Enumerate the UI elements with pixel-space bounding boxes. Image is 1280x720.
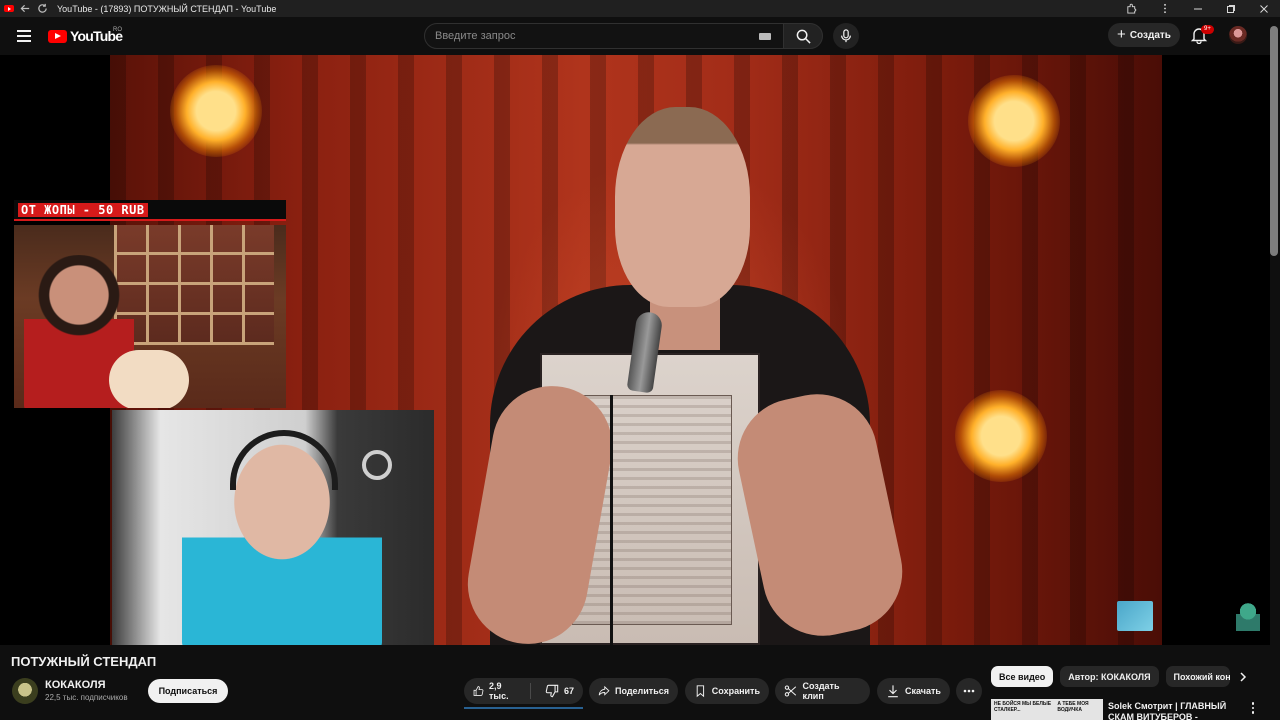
create-label: Создать — [1129, 29, 1171, 41]
create-button[interactable]: + Создать — [1108, 23, 1180, 47]
scissors-icon — [784, 685, 797, 697]
channel-avatar[interactable] — [12, 678, 38, 704]
tab-title: YouTube - (17893) ПОТУЖНЫЙ СТЕНДАП - You… — [57, 3, 277, 14]
dislike-count: 67 — [563, 686, 574, 696]
like-count: 2,9 тыс. — [488, 681, 509, 701]
stage-light — [968, 75, 1060, 167]
extensions-icon[interactable] — [1115, 0, 1148, 17]
webcam-overlay-2 — [112, 410, 434, 645]
chevron-right-icon — [1240, 671, 1247, 682]
share-icon — [598, 685, 610, 696]
youtube-logo[interactable]: YouTube — [48, 26, 123, 46]
share-button[interactable]: Поделиться — [589, 678, 678, 704]
chips-next-button[interactable] — [1232, 666, 1254, 687]
like-progress-line — [464, 707, 583, 709]
webcam-overlay-1 — [14, 225, 286, 408]
restore-icon[interactable] — [1214, 0, 1247, 17]
download-label: Скачать — [905, 686, 941, 696]
chip-author[interactable]: Автор: КОКАКОЛЯ — [1060, 666, 1159, 687]
clip-label: Создать клип — [802, 681, 840, 701]
subscriber-count: 22,5 тыс. подписчиков — [45, 693, 128, 702]
dislike-button[interactable]: 67 — [536, 678, 583, 704]
plush-toy — [109, 350, 189, 408]
notifications-badge: 9+ — [1201, 25, 1214, 34]
browser-titlebar: YouTube - (17893) ПОТУЖНЫЙ СТЕНДАП - You… — [0, 0, 1280, 17]
save-button[interactable]: Сохранить — [685, 678, 769, 704]
save-label: Сохранить — [711, 686, 760, 696]
donation-banner-text: ОТ ЖОПЫ - 50 RUB — [18, 202, 148, 217]
video-player[interactable]: ОТ ЖОПЫ - 50 RUB — [0, 55, 1270, 645]
search-box — [424, 23, 784, 49]
shelves — [114, 225, 274, 345]
channel-name[interactable]: КОКАКОЛЯ — [45, 679, 106, 691]
page-scrollbar[interactable] — [1270, 26, 1278, 256]
recommendation-title[interactable]: Solek Смотрит | ГЛАВНЫЙ СКАМ ВИТУБЕРОВ - — [1108, 701, 1238, 720]
youtube-favicon-icon — [0, 0, 17, 17]
voice-search-button[interactable] — [833, 23, 859, 49]
recommendation-thumbnail[interactable]: НЕ БОЙСЯ МЫ БЕЛЫЕ СТАЛКЕР... А ТЕБЕ МОЯ … — [991, 699, 1103, 720]
thumbnail-caption: НЕ БОЙСЯ МЫ БЕЛЫЕ СТАЛКЕР... — [994, 701, 1052, 713]
plus-icon: + — [1117, 25, 1126, 43]
close-icon[interactable] — [1247, 0, 1280, 17]
menu-icon[interactable] — [12, 26, 36, 46]
recommendation-menu-button[interactable] — [1246, 700, 1260, 716]
stage-light — [170, 65, 262, 157]
browser-menu-icon[interactable] — [1148, 0, 1181, 17]
mic-cable — [610, 395, 613, 645]
thumbs-up-icon — [473, 686, 484, 696]
donation-banner: ОТ ЖОПЫ - 50 RUB — [14, 200, 286, 221]
region-code: RO — [113, 27, 122, 33]
account-avatar[interactable] — [1229, 26, 1247, 44]
search-input[interactable] — [435, 30, 755, 42]
youtube-logo-icon — [48, 29, 67, 43]
download-button[interactable]: Скачать — [877, 678, 950, 704]
channel-watermark[interactable] — [1117, 601, 1153, 631]
like-button[interactable]: 2,9 тыс. — [464, 678, 525, 704]
reload-icon[interactable] — [34, 0, 51, 17]
playlist-save-icon — [696, 685, 705, 698]
chip-all-videos[interactable]: Все видео — [991, 666, 1054, 687]
subscribe-button[interactable]: Подписаться — [148, 679, 228, 703]
minimize-icon[interactable] — [1181, 0, 1214, 17]
clip-button[interactable]: Создать клип — [775, 678, 870, 704]
download-icon — [888, 685, 898, 698]
back-arrow-icon[interactable] — [17, 0, 34, 17]
youtube-header: YouTube RO + Создать 9+ — [0, 17, 1280, 55]
chip-related[interactable]: Похожий контент — [1165, 666, 1230, 687]
more-actions-button[interactable] — [956, 678, 982, 704]
more-icon — [963, 689, 975, 693]
filter-chips: Все видео Автор: КОКАКОЛЯ Похожий контен… — [991, 666, 1230, 687]
thumbnail-caption: А ТЕБЕ МОЯ ВОДИЧКА — [1057, 701, 1089, 713]
search-icon — [796, 29, 811, 44]
share-label: Поделиться — [614, 686, 669, 696]
microphone-icon — [841, 29, 851, 43]
stage-light — [955, 390, 1047, 482]
video-title: ПОТУЖНЫЙ СТЕНДАП — [11, 654, 157, 669]
keyboard-icon[interactable] — [759, 33, 771, 40]
performer-head — [615, 107, 750, 307]
corner-watermark — [1236, 603, 1260, 631]
search-button[interactable] — [783, 23, 823, 49]
thumbs-down-icon — [545, 684, 559, 698]
like-dislike-group: 2,9 тыс. 67 — [464, 678, 583, 704]
